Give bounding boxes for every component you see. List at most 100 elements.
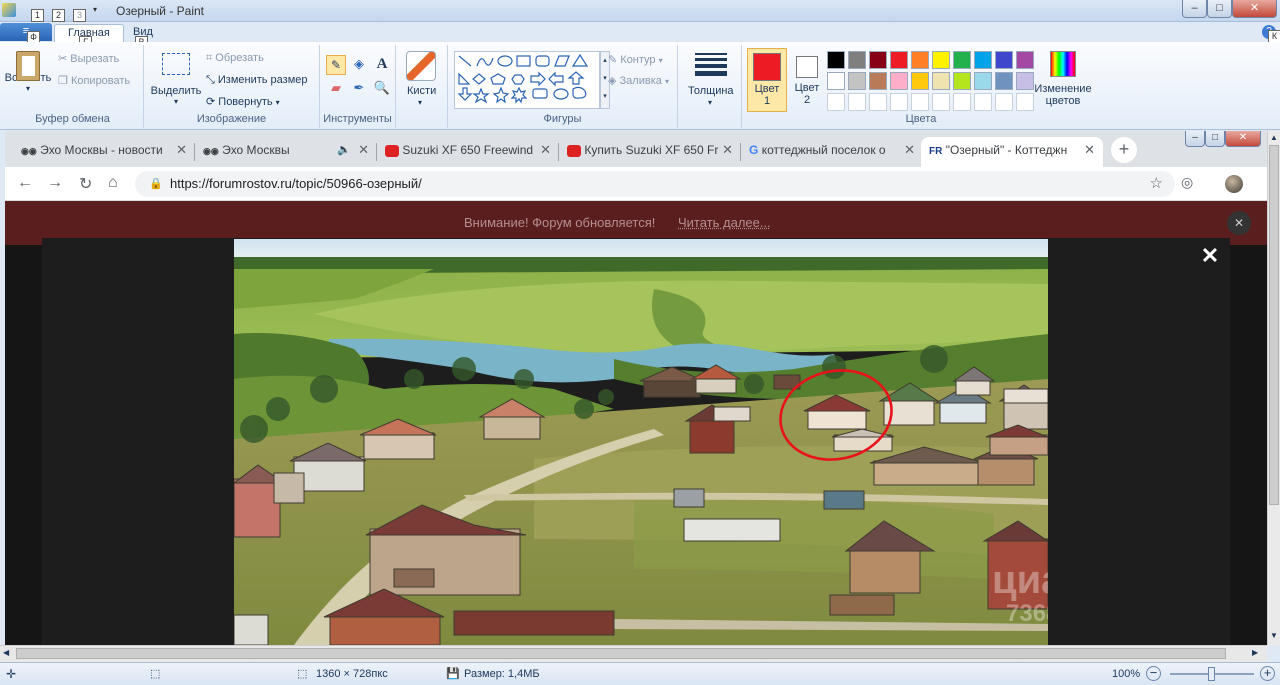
pencil-tool[interactable]: ✎ <box>326 55 346 75</box>
qat-dropdown-icon[interactable]: ▾ <box>93 5 97 14</box>
color1-button[interactable]: Цвет 1 <box>747 48 787 112</box>
group-shapes-label: Фигуры <box>543 113 582 125</box>
tab-close-icon[interactable]: ✕ <box>176 137 187 163</box>
zoom-in-button[interactable]: + <box>1260 666 1275 681</box>
maximize-button[interactable]: □ <box>1207 0 1232 18</box>
tab-close-icon[interactable]: ✕ <box>540 137 551 163</box>
zoom-slider-thumb[interactable] <box>1208 667 1215 681</box>
forum-favicon-icon: FR <box>929 146 943 157</box>
palette-swatch[interactable] <box>890 51 908 69</box>
group-size[interactable]: Толщина ▾ <box>678 45 742 128</box>
palette-swatch[interactable] <box>827 51 845 69</box>
notice-close-button[interactable]: ✕ <box>1227 211 1251 235</box>
group-brushes[interactable]: Кисти ▾ <box>396 45 448 128</box>
scroll-down-arrow-icon[interactable]: ▼ <box>1270 631 1278 640</box>
magnifier-tool[interactable]: 🔍 <box>372 79 392 99</box>
copy-button[interactable]: ❐ Копировать <box>58 74 130 87</box>
browser-tab[interactable]: Купить Suzuki XF 650 Fr ✕ <box>559 137 741 167</box>
palette-swatch[interactable] <box>869 72 887 90</box>
browser-close-button[interactable]: ✕ <box>1225 131 1261 147</box>
lightbox-close-button[interactable]: ✕ <box>1197 243 1223 269</box>
browser-tab-active[interactable]: FR "Озерный" - Коттеджн ✕ <box>921 137 1103 167</box>
select-button[interactable]: Выделить ▾ <box>148 49 204 106</box>
custom-color-slot[interactable] <box>848 93 866 111</box>
color2-button[interactable]: Цвет 2 <box>789 48 825 112</box>
bookmark-star-icon[interactable]: ☆ <box>1150 171 1163 197</box>
scroll-left-arrow-icon[interactable]: ◀ <box>3 648 9 657</box>
custom-color-slot[interactable] <box>974 93 992 111</box>
eraser-tool[interactable]: ▰ <box>326 79 346 99</box>
palette-swatch[interactable] <box>911 72 929 90</box>
back-arrow-icon[interactable]: ← <box>17 174 33 192</box>
reload-icon[interactable]: ↻ <box>79 174 92 194</box>
tab-close-icon[interactable]: ✕ <box>358 137 369 163</box>
shapes-gallery[interactable] <box>454 51 600 109</box>
custom-color-slot[interactable] <box>890 93 908 111</box>
palette-swatch[interactable] <box>848 72 866 90</box>
vertical-scroll-thumb[interactable] <box>1269 145 1279 505</box>
vertical-scrollbar[interactable]: ▲ ▼ <box>1267 131 1280 645</box>
edit-colors-button[interactable]: Изменение цветов <box>1032 51 1094 107</box>
custom-color-slot[interactable] <box>953 93 971 111</box>
text-tool[interactable]: A <box>372 55 392 75</box>
avatar[interactable] <box>1225 175 1243 193</box>
zoom-slider[interactable] <box>1170 667 1254 681</box>
color-picker-tool[interactable]: ✒ <box>349 79 369 99</box>
browser-minimize-button[interactable]: – <box>1185 131 1205 147</box>
browser-tab[interactable]: G коттеджный поселок о ✕ <box>741 137 923 167</box>
custom-color-slot[interactable] <box>995 93 1013 111</box>
new-tab-button[interactable]: + <box>1111 137 1137 163</box>
palette-swatch[interactable] <box>890 72 908 90</box>
zoom-out-button[interactable]: − <box>1146 666 1161 681</box>
custom-color-slot[interactable] <box>911 93 929 111</box>
rotate-button[interactable]: ⟳ Повернуть ▾ <box>206 95 280 108</box>
palette-swatch[interactable] <box>911 51 929 69</box>
resize-button[interactable]: ⤡ Изменить размер <box>206 74 308 87</box>
audio-icon[interactable]: 🔈 <box>337 137 351 163</box>
palette-swatch[interactable] <box>995 51 1013 69</box>
horizontal-scroll-thumb[interactable] <box>16 648 1226 659</box>
tab-close-icon[interactable]: ✕ <box>904 137 915 163</box>
forward-arrow-icon[interactable]: → <box>47 174 63 192</box>
palette-swatch[interactable] <box>953 51 971 69</box>
fill-tool[interactable]: ◈ <box>349 55 369 75</box>
browser-tab[interactable]: ◉◉ Эхо Москвы - новости ✕ <box>13 137 195 167</box>
palette-swatch[interactable] <box>932 51 950 69</box>
palette-swatch[interactable] <box>995 72 1013 90</box>
palette-swatch[interactable] <box>974 51 992 69</box>
minimize-button[interactable]: – <box>1182 0 1207 18</box>
palette-swatch[interactable] <box>848 51 866 69</box>
clipboard-icon <box>16 51 40 81</box>
close-button[interactable]: ✕ <box>1232 0 1277 18</box>
palette-swatch[interactable] <box>869 51 887 69</box>
browser-tab[interactable]: Suzuki XF 650 Freewind ✕ <box>377 137 559 167</box>
crop-label: Обрезать <box>215 52 264 64</box>
file-menu-button[interactable]: ≡ <box>0 23 52 41</box>
outline-button[interactable]: ✎ Контур ▾ <box>608 53 663 66</box>
tab-close-icon[interactable]: ✕ <box>722 137 733 163</box>
paste-button[interactable]: Вставить ▾ <box>4 49 52 107</box>
aerial-photo[interactable]: циан 7368757 <box>234 239 1048 645</box>
home-icon[interactable]: ⌂ <box>108 174 118 192</box>
palette-swatch[interactable] <box>974 72 992 90</box>
scroll-up-arrow-icon[interactable]: ▲ <box>1270 133 1278 142</box>
palette-swatch[interactable] <box>827 72 845 90</box>
echo-favicon-icon: ◉◉ <box>203 146 219 156</box>
paint-app-icon[interactable] <box>2 3 16 17</box>
extension-icon[interactable]: ◎ <box>1181 174 1193 191</box>
crop-button[interactable]: ⌗ Обрезать <box>206 52 264 65</box>
scroll-right-arrow-icon[interactable]: ▶ <box>1252 648 1258 657</box>
custom-color-slot[interactable] <box>869 93 887 111</box>
palette-swatch[interactable] <box>932 72 950 90</box>
url-bar[interactable]: 🔒 https://forumrostov.ru/topic/50966-озе… <box>135 171 1175 197</box>
horizontal-scrollbar[interactable]: ◀ ▶ <box>0 645 1267 662</box>
tab-close-icon[interactable]: ✕ <box>1084 137 1095 163</box>
custom-color-slot[interactable] <box>827 93 845 111</box>
browser-maximize-button[interactable]: □ <box>1205 131 1225 147</box>
custom-color-slot[interactable] <box>932 93 950 111</box>
canvas-image[interactable]: ◉◉ Эхо Москвы - новости ✕ ◉◉ Эхо Москвы … <box>5 131 1267 645</box>
fill-button[interactable]: ◈ Заливка ▾ <box>608 74 669 87</box>
browser-tab[interactable]: ◉◉ Эхо Москвы 🔈 ✕ <box>195 137 377 167</box>
palette-swatch[interactable] <box>953 72 971 90</box>
cut-button[interactable]: ✂ Вырезать <box>58 52 119 65</box>
